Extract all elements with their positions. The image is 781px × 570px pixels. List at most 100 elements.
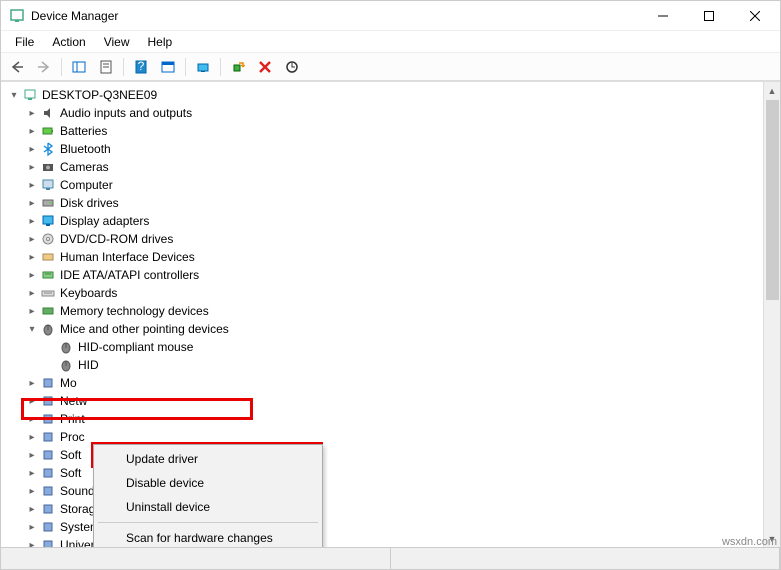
- chevron-right-icon[interactable]: ▸: [25, 106, 39, 120]
- cm-update-driver[interactable]: Update driver: [96, 447, 320, 471]
- tree-category[interactable]: ▸ Human Interface Devices: [5, 248, 763, 266]
- chevron-right-icon[interactable]: ▸: [25, 376, 39, 390]
- chevron-down-icon[interactable]: ▾: [7, 88, 21, 102]
- tree-category[interactable]: ▸ Memory technology devices: [5, 302, 763, 320]
- tree-device-hid-mouse[interactable]: HID-compliant mouse: [5, 338, 763, 356]
- bt-icon: [40, 141, 56, 157]
- chevron-right-icon[interactable]: ▸: [25, 304, 39, 318]
- scroll-up-button[interactable]: ▲: [764, 82, 780, 99]
- menu-action[interactable]: Action: [44, 33, 93, 51]
- chevron-right-icon[interactable]: ▸: [25, 502, 39, 516]
- cm-disable-device[interactable]: Disable device: [96, 471, 320, 495]
- titlebar: Device Manager: [1, 1, 780, 31]
- chevron-right-icon[interactable]: ▸: [25, 286, 39, 300]
- chevron-right-icon[interactable]: ▸: [25, 520, 39, 534]
- status-cell: [1, 548, 391, 569]
- context-menu: Update driver Disable device Uninstall d…: [93, 444, 323, 547]
- menu-file[interactable]: File: [7, 33, 42, 51]
- device-icon: [40, 393, 56, 409]
- tree-label: Display adapters: [60, 214, 149, 228]
- chevron-right-icon[interactable]: ▸: [25, 250, 39, 264]
- back-button[interactable]: [5, 55, 29, 79]
- chevron-right-icon[interactable]: ▸: [25, 160, 39, 174]
- tree-category[interactable]: ▸ Display adapters: [5, 212, 763, 230]
- chevron-right-icon[interactable]: ▸: [25, 394, 39, 408]
- chevron-right-icon[interactable]: ▸: [25, 466, 39, 480]
- tree-label: Memory technology devices: [60, 304, 209, 318]
- chevron-right-icon[interactable]: ▸: [25, 268, 39, 282]
- tree-category[interactable]: ▸ Disk drives: [5, 194, 763, 212]
- device-icon: [40, 447, 56, 463]
- enable-device-button[interactable]: [226, 55, 250, 79]
- mouse-icon: [40, 321, 56, 337]
- tree-category[interactable]: ▸ Print: [5, 410, 763, 428]
- close-button[interactable]: [732, 1, 778, 31]
- update-driver-button[interactable]: [191, 55, 215, 79]
- tree-label: DVD/CD-ROM drives: [60, 232, 173, 246]
- disk-icon: [40, 195, 56, 211]
- tree-root[interactable]: ▾ DESKTOP-Q3NEE09: [5, 86, 763, 104]
- tree-label: Soft: [60, 466, 81, 480]
- tree-label: HID-compliant mouse: [78, 340, 193, 354]
- tree-category[interactable]: ▸ Audio inputs and outputs: [5, 104, 763, 122]
- scrollbar-thumb[interactable]: [766, 100, 779, 300]
- keyboard-icon: [40, 285, 56, 301]
- ide-icon: [40, 267, 56, 283]
- uninstall-device-button[interactable]: [253, 55, 277, 79]
- computer-icon: [40, 177, 56, 193]
- tree-device-hid-mouse-2[interactable]: HID: [5, 356, 763, 374]
- tree-category[interactable]: ▸Bluetooth: [5, 140, 763, 158]
- computer-icon: [22, 87, 38, 103]
- vertical-scrollbar[interactable]: ▲ ▼: [763, 82, 780, 547]
- chevron-right-icon[interactable]: ▸: [25, 538, 39, 547]
- chevron-right-icon[interactable]: ▸: [25, 412, 39, 426]
- device-icon: [40, 483, 56, 499]
- chevron-right-icon[interactable]: ▸: [25, 196, 39, 210]
- hid-icon: [40, 249, 56, 265]
- tree-category[interactable]: ▸Cameras: [5, 158, 763, 176]
- chevron-right-icon[interactable]: ▸: [25, 178, 39, 192]
- tree-category[interactable]: ▸ Netw: [5, 392, 763, 410]
- tree-category[interactable]: ▸Mo: [5, 374, 763, 392]
- cm-scan-hardware[interactable]: Scan for hardware changes: [96, 526, 320, 547]
- tree-label: Soft: [60, 448, 81, 462]
- tree-category-mice[interactable]: ▾ Mice and other pointing devices: [5, 320, 763, 338]
- tree-label: Audio inputs and outputs: [60, 106, 192, 120]
- tree-category[interactable]: ▸Computer: [5, 176, 763, 194]
- properties-button[interactable]: [94, 55, 118, 79]
- scan-hardware-button[interactable]: [280, 55, 304, 79]
- content-area: ▾ DESKTOP-Q3NEE09 ▸ Audio inputs and outp…: [1, 81, 780, 547]
- minimize-button[interactable]: [640, 1, 686, 31]
- tree-label: Human Interface Devices: [60, 250, 195, 264]
- forward-button[interactable]: [32, 55, 56, 79]
- maximize-button[interactable]: [686, 1, 732, 31]
- chevron-right-icon[interactable]: ▸: [25, 448, 39, 462]
- chevron-down-icon[interactable]: ▾: [25, 322, 39, 336]
- window-title: Device Manager: [31, 9, 640, 23]
- battery-icon: [40, 123, 56, 139]
- tree-category[interactable]: ▸ DVD/CD-ROM drives: [5, 230, 763, 248]
- tree-category[interactable]: ▸IDE ATA/ATAPI controllers: [5, 266, 763, 284]
- help-button[interactable]: ?: [129, 55, 153, 79]
- menu-view[interactable]: View: [96, 33, 138, 51]
- mouse-icon: [58, 339, 74, 355]
- show-hide-tree-button[interactable]: [67, 55, 91, 79]
- menu-help[interactable]: Help: [140, 33, 181, 51]
- svg-text:?: ?: [138, 60, 145, 73]
- tree-label: Print: [60, 412, 85, 426]
- tree-label: Netw: [60, 394, 87, 408]
- chevron-right-icon[interactable]: ▸: [25, 232, 39, 246]
- action-button[interactable]: [156, 55, 180, 79]
- chevron-right-icon[interactable]: ▸: [25, 142, 39, 156]
- chevron-right-icon[interactable]: ▸: [25, 430, 39, 444]
- statusbar: [1, 547, 780, 569]
- chevron-right-icon[interactable]: ▸: [25, 124, 39, 138]
- chevron-right-icon[interactable]: ▸: [25, 484, 39, 498]
- tree-category[interactable]: ▸Batteries: [5, 122, 763, 140]
- chevron-right-icon[interactable]: ▸: [25, 214, 39, 228]
- cm-uninstall-device[interactable]: Uninstall device: [96, 495, 320, 519]
- memory-icon: [40, 303, 56, 319]
- tree-label: Disk drives: [60, 196, 119, 210]
- tree-category[interactable]: ▸Keyboards: [5, 284, 763, 302]
- tree-label: Proc: [60, 430, 85, 444]
